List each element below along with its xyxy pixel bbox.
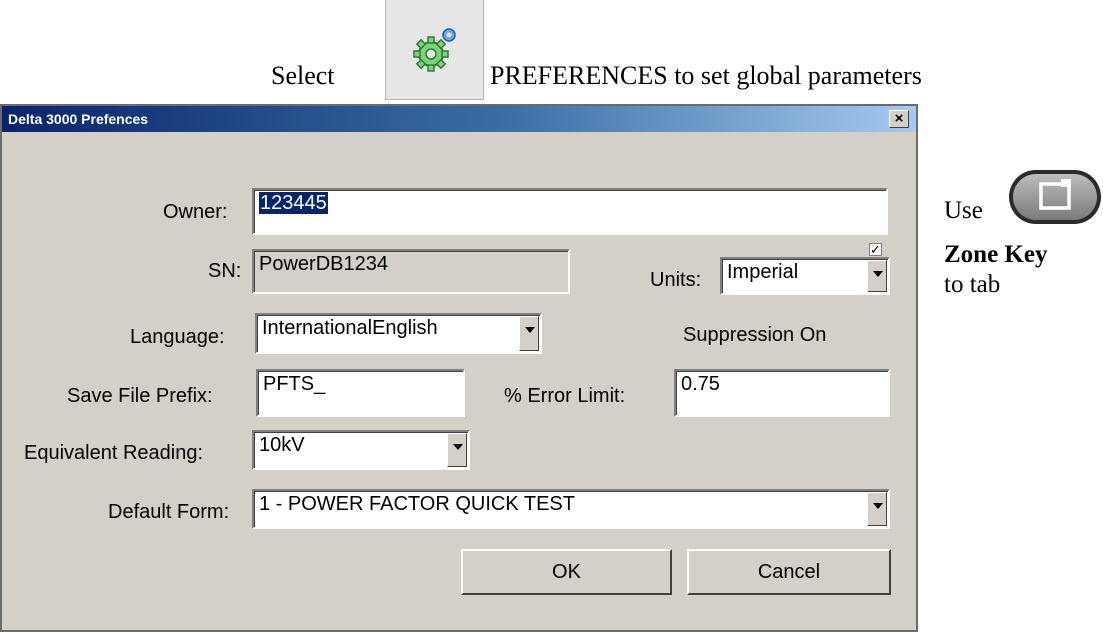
equivalent-reading-select[interactable]: 10kV — [252, 430, 470, 470]
suppression-label: Suppression On — [683, 324, 827, 346]
zone-key-icon — [1001, 164, 1103, 230]
sn-field: PowerDB1234 — [252, 249, 570, 294]
save-file-prefix-value: PFTS_ — [263, 373, 326, 395]
equivalent-reading-label: Equivalent Reading: — [24, 442, 204, 464]
owner-label: Owner: — [163, 201, 228, 223]
error-limit-value: 0.75 — [681, 373, 720, 395]
dialog-titlebar: Delta 3000 Prefences × — [2, 106, 916, 132]
chevron-down-icon[interactable] — [519, 316, 539, 351]
equivalent-reading-value: 10kV — [259, 434, 305, 456]
preferences-dialog: Delta 3000 Prefences × Owner: 123445 SN:… — [0, 104, 918, 632]
default-form-label: Default Form: — [108, 501, 230, 523]
instruction-select-text: Select — [271, 61, 335, 90]
preferences-button[interactable] — [385, 0, 484, 100]
default-form-value: 1 - POWER FACTOR QUICK TEST — [259, 493, 575, 515]
language-select[interactable]: InternationalEnglish — [255, 313, 542, 354]
suppression-checkbox[interactable]: ✓ — [869, 243, 882, 256]
check-icon: ✓ — [870, 242, 881, 257]
language-value: InternationalEnglish — [262, 317, 438, 339]
units-select[interactable]: Imperial — [720, 257, 890, 295]
close-button[interactable]: × — [889, 110, 909, 128]
language-label: Language: — [130, 326, 225, 348]
owner-value: 123445 — [259, 192, 328, 214]
error-limit-label: % Error Limit: — [504, 385, 626, 407]
side-note-use-text: Use — [944, 197, 983, 224]
error-limit-input[interactable]: 0.75 — [674, 369, 890, 417]
save-file-prefix-input[interactable]: PFTS_ — [256, 369, 465, 417]
instruction-preferences-text: PREFERENCES to set global parameters — [490, 61, 922, 90]
sn-label: SN: — [208, 260, 242, 282]
side-note-to-tab-text: to tab — [944, 271, 1001, 298]
close-icon: × — [894, 110, 904, 127]
ok-button[interactable]: OK — [461, 549, 672, 595]
units-value: Imperial — [727, 261, 799, 283]
chevron-down-icon[interactable] — [447, 433, 467, 467]
default-form-select[interactable]: 1 - POWER FACTOR QUICK TEST — [252, 489, 890, 529]
chevron-down-icon[interactable] — [867, 492, 887, 526]
owner-input[interactable]: 123445 — [252, 188, 888, 235]
save-file-prefix-label: Save File Prefix: — [67, 385, 213, 407]
dialog-title: Delta 3000 Prefences — [8, 111, 149, 127]
side-note-zone-key-text: Zone Key — [944, 241, 1048, 268]
chevron-down-icon[interactable] — [867, 260, 887, 292]
gear-icon — [413, 28, 456, 72]
cancel-button[interactable]: Cancel — [687, 549, 891, 595]
sn-value: PowerDB1234 — [259, 253, 388, 275]
units-label: Units: — [650, 269, 702, 291]
